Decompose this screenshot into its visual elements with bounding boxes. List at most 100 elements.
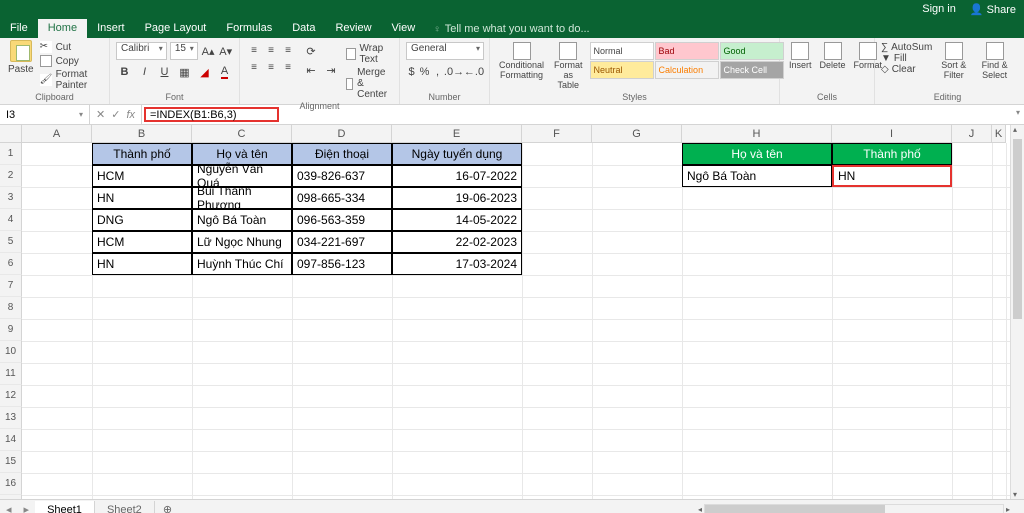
tab-file[interactable]: File (0, 19, 38, 38)
sheet-tab-1[interactable]: Sheet1 (35, 501, 95, 513)
tab-insert[interactable]: Insert (87, 19, 135, 38)
cut-button[interactable]: ✂Cut (40, 40, 103, 54)
style-bad[interactable]: Bad (655, 42, 719, 60)
row-header-8[interactable]: 8 (0, 297, 22, 319)
tab-data[interactable]: Data (282, 19, 325, 38)
paste-button[interactable]: Paste (6, 40, 36, 92)
font-size-select[interactable]: 15 (170, 42, 198, 60)
sort-filter-button[interactable]: Sort & Filter (936, 42, 971, 81)
spreadsheet-grid[interactable]: ABCDEFGHIJK 1234567891011121314151617181… (0, 125, 1024, 499)
tell-me[interactable]: Tell me what you want to do... (425, 20, 597, 38)
scrollbar-thumb[interactable] (1013, 139, 1022, 319)
cell[interactable]: HCM (92, 165, 192, 187)
active-cell-I3[interactable]: HN (832, 165, 952, 187)
insert-cells-button[interactable]: Insert (786, 42, 815, 71)
formula-input[interactable]: =INDEX(B1:B6,3) ▾ (142, 105, 1024, 124)
percent-button[interactable]: % (419, 63, 430, 81)
cell[interactable]: 17-03-2024 (392, 253, 522, 275)
bold-button[interactable]: B (116, 63, 133, 81)
cell[interactable]: 16-07-2022 (392, 165, 522, 187)
align-left-button[interactable]: ≡ (246, 59, 262, 75)
row-header-2[interactable]: 2 (0, 165, 22, 187)
row-header-12[interactable]: 12 (0, 385, 22, 407)
col-header-I[interactable]: I (832, 125, 952, 143)
cell[interactable]: Ngô Bá Toàn (192, 209, 292, 231)
number-format-select[interactable]: General (406, 42, 484, 60)
cell[interactable]: Ngô Bá Toàn (682, 165, 832, 187)
comma-button[interactable]: , (432, 63, 443, 81)
style-normal[interactable]: Normal (590, 42, 654, 60)
row-header-7[interactable]: 7 (0, 275, 22, 297)
style-check-cell[interactable]: Check Cell (720, 61, 784, 79)
row-header-16[interactable]: 16 (0, 473, 22, 495)
cell[interactable]: 039-826-637 (292, 165, 392, 187)
fx-icon[interactable]: fx (126, 109, 135, 121)
sheet-nav-prev[interactable]: ◂ (0, 503, 18, 513)
cell[interactable]: HN (92, 187, 192, 209)
col-header-G[interactable]: G (592, 125, 682, 143)
increase-font-button[interactable]: A▴ (201, 42, 216, 60)
tab-review[interactable]: Review (325, 19, 381, 38)
align-center-button[interactable]: ≡ (263, 59, 279, 75)
share-button[interactable]: 👤 Share (970, 3, 1016, 16)
select-all-corner[interactable] (0, 125, 22, 143)
col-header-F[interactable]: F (522, 125, 592, 143)
cell[interactable]: 098-665-334 (292, 187, 392, 209)
row-header-3[interactable]: 3 (0, 187, 22, 209)
row-headers[interactable]: 123456789101112131415161718192021 (0, 143, 22, 499)
tab-page-layout[interactable]: Page Layout (135, 19, 217, 38)
cell[interactable]: Thành phố (92, 143, 192, 165)
format-painter-button[interactable]: 🖌Format Painter (40, 68, 103, 92)
decrease-font-button[interactable]: A▾ (218, 42, 233, 60)
autosum-button[interactable]: ∑ AutoSum (881, 42, 932, 53)
cell[interactable]: 097-856-123 (292, 253, 392, 275)
cancel-formula-button[interactable]: ✕ (96, 108, 105, 121)
decrease-decimal-button[interactable]: ←.0 (465, 63, 483, 81)
cell[interactable]: Bùi Thanh Phương (192, 187, 292, 209)
new-sheet-button[interactable]: ⊕ (155, 503, 180, 513)
sign-in-link[interactable]: Sign in (922, 3, 956, 15)
align-right-button[interactable]: ≡ (280, 59, 296, 75)
copy-button[interactable]: Copy (40, 54, 103, 68)
sheet-nav-next[interactable]: ▸ (18, 503, 36, 513)
column-headers[interactable]: ABCDEFGHIJK (22, 125, 1006, 143)
cell[interactable]: Lữ Ngọc Nhung (192, 231, 292, 253)
format-as-table-button[interactable]: Format as Table (551, 42, 586, 91)
increase-decimal-button[interactable]: .0→ (445, 63, 463, 81)
col-header-B[interactable]: B (92, 125, 192, 143)
sheet-tab-2[interactable]: Sheet2 (95, 501, 155, 513)
cell[interactable]: Điện thoại (292, 143, 392, 165)
orientation-button[interactable]: ⟳ (302, 42, 320, 60)
row-header-6[interactable]: 6 (0, 253, 22, 275)
cell[interactable]: Huỳnh Thúc Chí (192, 253, 292, 275)
cell[interactable]: Thành phố (832, 143, 952, 165)
row-header-9[interactable]: 9 (0, 319, 22, 341)
clear-button[interactable]: ◇ Clear (881, 64, 932, 75)
indent-decrease-button[interactable]: ⇤ (302, 61, 320, 79)
tab-home[interactable]: Home (38, 19, 87, 38)
font-name-select[interactable]: Calibri (116, 42, 167, 60)
col-header-A[interactable]: A (22, 125, 92, 143)
col-header-K[interactable]: K (992, 125, 1006, 143)
cell-styles-gallery[interactable]: Normal Bad Good Neutral Calculation Chec… (590, 42, 784, 91)
horizontal-scrollbar[interactable]: ◂ ▸ (180, 504, 1024, 513)
style-calculation[interactable]: Calculation (655, 61, 719, 79)
fill-color-button[interactable]: ◢ (196, 63, 213, 81)
conditional-formatting-button[interactable]: Conditional Formatting (496, 42, 547, 91)
cell[interactable]: 096-563-359 (292, 209, 392, 231)
cell[interactable]: 14-05-2022 (392, 209, 522, 231)
style-neutral[interactable]: Neutral (590, 61, 654, 79)
row-header-13[interactable]: 13 (0, 407, 22, 429)
name-box[interactable]: I3 (0, 105, 90, 124)
merge-center-button[interactable]: Merge & Center (346, 66, 393, 101)
cell[interactable]: HCM (92, 231, 192, 253)
indent-increase-button[interactable]: ⇥ (322, 61, 340, 79)
col-header-H[interactable]: H (682, 125, 832, 143)
cell[interactable]: Ngày tuyển dụng (392, 143, 522, 165)
vertical-scrollbar[interactable] (1010, 125, 1024, 499)
row-header-10[interactable]: 10 (0, 341, 22, 363)
row-header-17[interactable]: 17 (0, 495, 22, 499)
align-top-button[interactable]: ≡ (246, 42, 262, 58)
tab-view[interactable]: View (382, 19, 426, 38)
delete-cells-button[interactable]: Delete (817, 42, 849, 71)
